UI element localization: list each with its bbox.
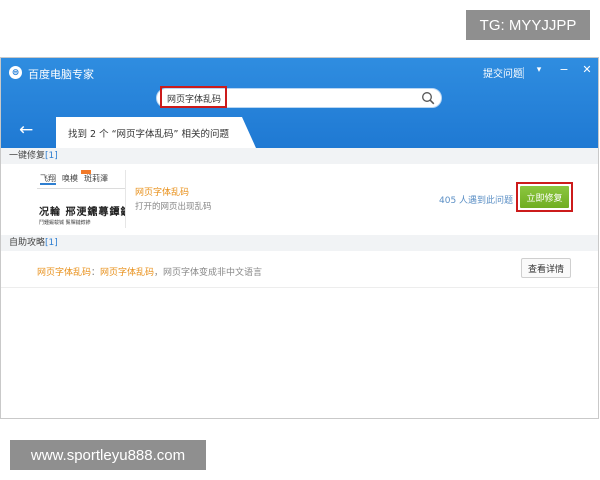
thumbnail-tab: 飞翔 [40, 174, 56, 185]
row-divider [1, 287, 598, 288]
app-window: ⊜ 百度电脑专家 提交问题 ▾ − ✕ 网页字体乱码 ← 找到 2 个 “网页字… [0, 57, 599, 419]
guide-item: 网页字体乱码：网页字体乱码，网页字体变成非中文语言 [37, 265, 262, 278]
watermark-bottom: www.sportleyu888.com [10, 440, 206, 470]
thumbnail-small-text: 鬥鍾鍜韍铖 鬀賱鏈錞鏒 [39, 220, 91, 226]
section-count: [1] [45, 151, 58, 161]
thumbnail-tab: 斑莉澤 [84, 174, 108, 183]
section-header-one-key-fix: 一键修复[1] [1, 148, 598, 164]
section-label: 自助攻略 [9, 238, 46, 248]
fix-now-button[interactable]: 立即修复 [520, 186, 569, 208]
results-summary: 找到 2 个 “网页字体乱码” 相关的问题 [68, 129, 229, 140]
section-label: 一键修复 [9, 151, 46, 161]
titlebar-divider [523, 67, 524, 79]
thumbnail-tab: 唤模 [62, 174, 78, 183]
search-input[interactable]: 网页字体乱码 [167, 92, 221, 105]
menu-dropdown-icon[interactable]: ▾ [532, 65, 546, 75]
guide-title: 网页字体乱码 [37, 268, 92, 278]
section-count: [1] [45, 238, 58, 248]
app-logo-icon: ⊜ [9, 66, 22, 79]
thumbnail-tabs: 飞翔 唤模 斑莉澤 [40, 173, 114, 185]
feedback-link[interactable]: 提交问题 [483, 65, 523, 80]
problem-title[interactable]: 网页字体乱码 [135, 185, 189, 198]
search-box[interactable]: 网页字体乱码 [156, 86, 442, 108]
guide-description: ，网页字体变成非中文语言 [154, 268, 263, 278]
section-header-self-help: 自助攻略[1] [1, 235, 598, 251]
guide-separator: ： [91, 268, 101, 278]
thumbnail-divider [37, 188, 125, 189]
fix-button-highlight-box: 立即修复 [516, 182, 573, 212]
minimize-button[interactable]: − [557, 63, 571, 76]
watermark-top: TG: MYYJJPP [466, 10, 590, 40]
results-tab: 找到 2 个 “网页字体乱码” 相关的问题 [56, 117, 256, 148]
title-bar: ⊜ 百度电脑专家 提交问题 ▾ − ✕ 网页字体乱码 ← 找到 2 个 “网页字… [1, 58, 598, 148]
thumbnail-garbled-text: 况輪 郉浭鐤蕁鐔鏞 [39, 207, 126, 218]
search-icon[interactable] [421, 91, 435, 105]
problem-thumbnail: 飞翔 唤模 斑莉澤 况輪 郉浭鐤蕁鐔鏞 鬥鍾鍜韍铖 鬀賱鏈錞鏒 [37, 170, 126, 228]
guide-link[interactable]: 网页字体乱码 [100, 268, 154, 278]
back-arrow-icon[interactable]: ← [19, 122, 33, 139]
problem-user-count: 405 人遇到此问题 [439, 196, 514, 206]
app-title: 百度电脑专家 [28, 68, 94, 81]
close-button[interactable]: ✕ [580, 63, 594, 76]
view-details-button[interactable]: 查看详情 [521, 258, 571, 278]
problem-description: 打开的网页出现乱码 [135, 202, 212, 212]
